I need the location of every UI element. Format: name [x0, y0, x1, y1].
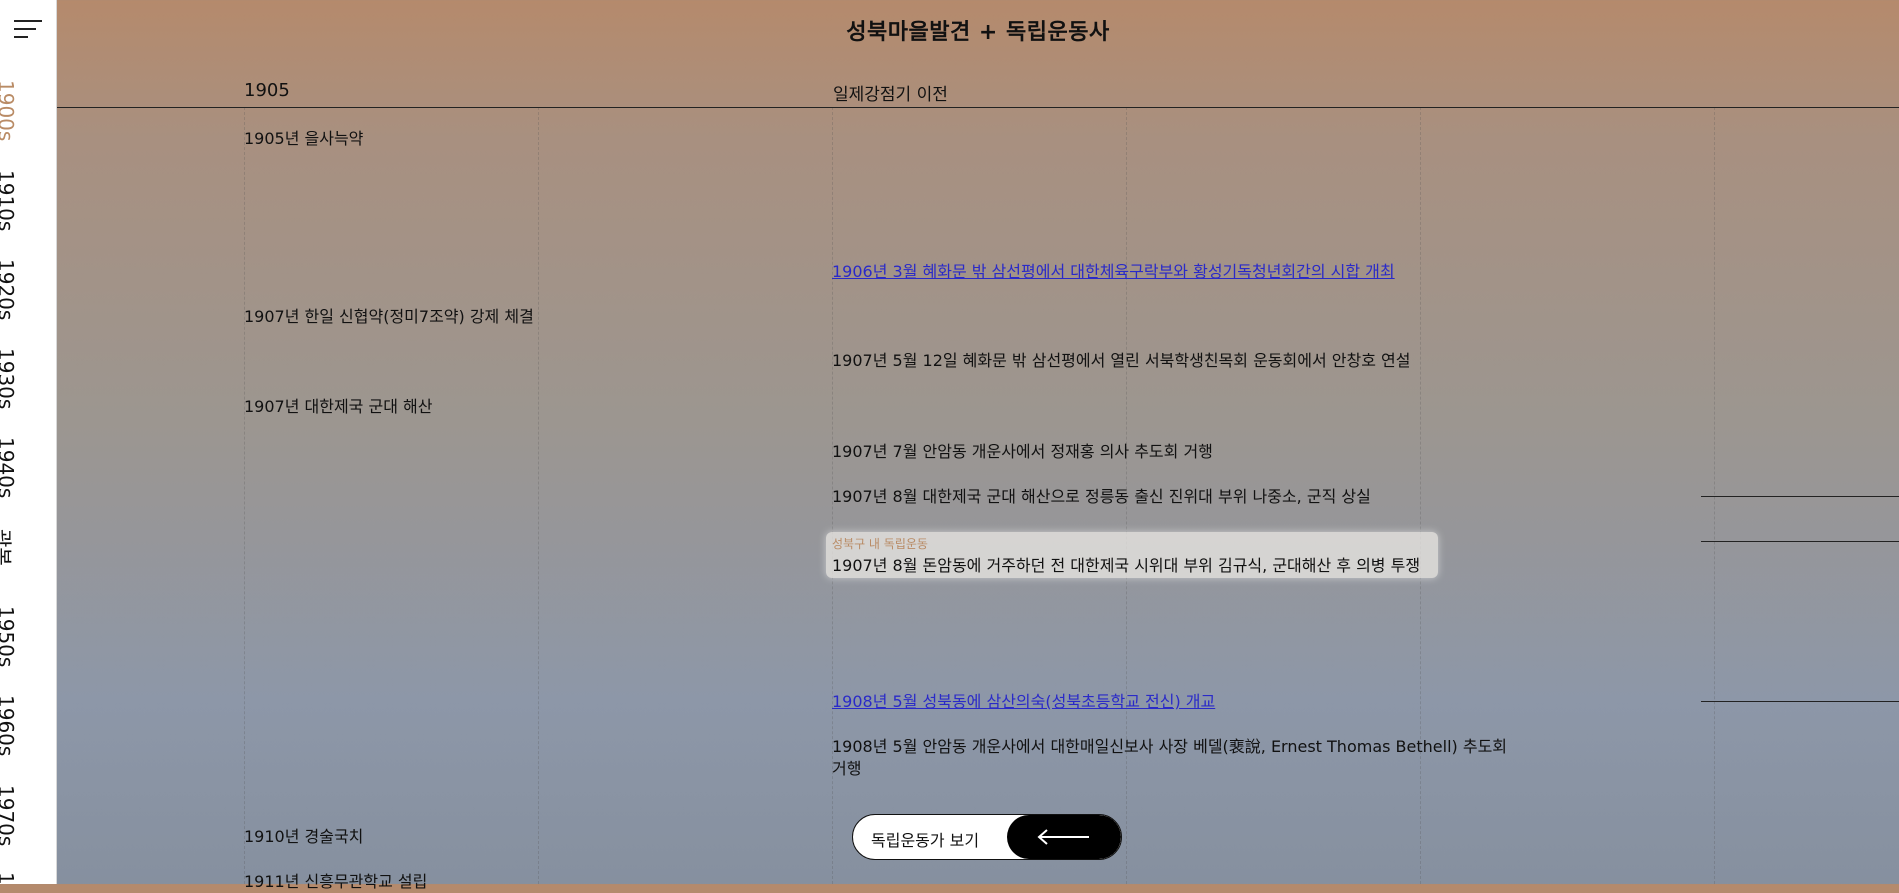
decade-1960s[interactable]: 1960s	[0, 695, 18, 756]
arrow-left-icon	[1007, 815, 1121, 859]
local-event: 1907년 5월 12일 혜화문 밖 삼선평에서 열린 서북학생친목회 운동회에…	[832, 351, 1411, 370]
page-header: 성북마을발견 + 독립운동사 1905 일제강점기 이전	[57, 0, 1899, 108]
decade-1950s[interactable]: 1950s	[0, 606, 18, 667]
decade-1920s[interactable]: 1920s	[0, 259, 18, 320]
local-event: 1908년 5월 안암동 개운사에서 대한매일신보사 사장 베델(裵說, Ern…	[832, 737, 1508, 778]
decade-1970s[interactable]: 1970s	[0, 785, 18, 846]
history-event: 1907년 한일 신협약(정미7조약) 강제 체결	[244, 307, 534, 326]
decade-1930s[interactable]: 1930s	[0, 348, 18, 409]
page-title: 성북마을발견 + 독립운동사	[846, 20, 1110, 45]
connector-line	[1701, 496, 1899, 497]
decade-sidebar: 1900s 1910s 1920s 1930s 1940s 광복 1950s 1…	[0, 0, 57, 884]
history-event: 1907년 대한제국 군대 해산	[244, 397, 433, 416]
view-independence-activists-button[interactable]: 독립운동가 보기	[852, 814, 1122, 860]
independence-event-card[interactable]: 성북구 내 독립운동 1907년 8월 돈암동에 거주하던 전 대한제국 시위대…	[826, 532, 1438, 578]
left-column-heading: 1905	[244, 80, 290, 101]
decade-1910s[interactable]: 1910s	[0, 170, 18, 231]
event-link[interactable]: 1908년 5월 성북동에 삼산의숙(성북초등학교 전신) 개교	[832, 691, 1215, 713]
connector-line	[1701, 541, 1899, 542]
grid-line	[244, 107, 245, 884]
event-link[interactable]: 1906년 3월 혜화문 밖 삼선평에서 대한체육구락부와 황성기독청년회간의 …	[832, 261, 1395, 283]
connector-line	[1701, 701, 1899, 702]
history-event: 1905년 을사늑약	[244, 129, 364, 148]
toggle-label: 독립운동가 보기	[871, 831, 980, 850]
grid-line	[538, 107, 539, 884]
hamburger-menu-icon[interactable]	[14, 20, 42, 38]
decade-1900s[interactable]: 1900s	[0, 80, 18, 141]
history-event: 1910년 경술국치	[244, 827, 364, 846]
decade-next[interactable]: 19	[0, 872, 18, 884]
history-event: 1911년 신흥무관학교 설립	[244, 872, 428, 891]
right-column-heading: 일제강점기 이전	[833, 85, 948, 105]
decade-1940s[interactable]: 1940s	[0, 437, 18, 498]
event-card-text: 1907년 8월 돈암동에 거주하던 전 대한제국 시위대 부위 김규식, 군대…	[832, 556, 1421, 575]
decade-liberation[interactable]: 광복	[0, 529, 18, 566]
local-event: 1907년 8월 대한제국 군대 해산으로 정릉동 출신 진위대 부위 나중소,…	[832, 487, 1371, 506]
event-category-tag: 성북구 내 독립운동	[832, 537, 928, 551]
local-event: 1907년 7월 안암동 개운사에서 정재홍 의사 추도회 거행	[832, 442, 1213, 461]
